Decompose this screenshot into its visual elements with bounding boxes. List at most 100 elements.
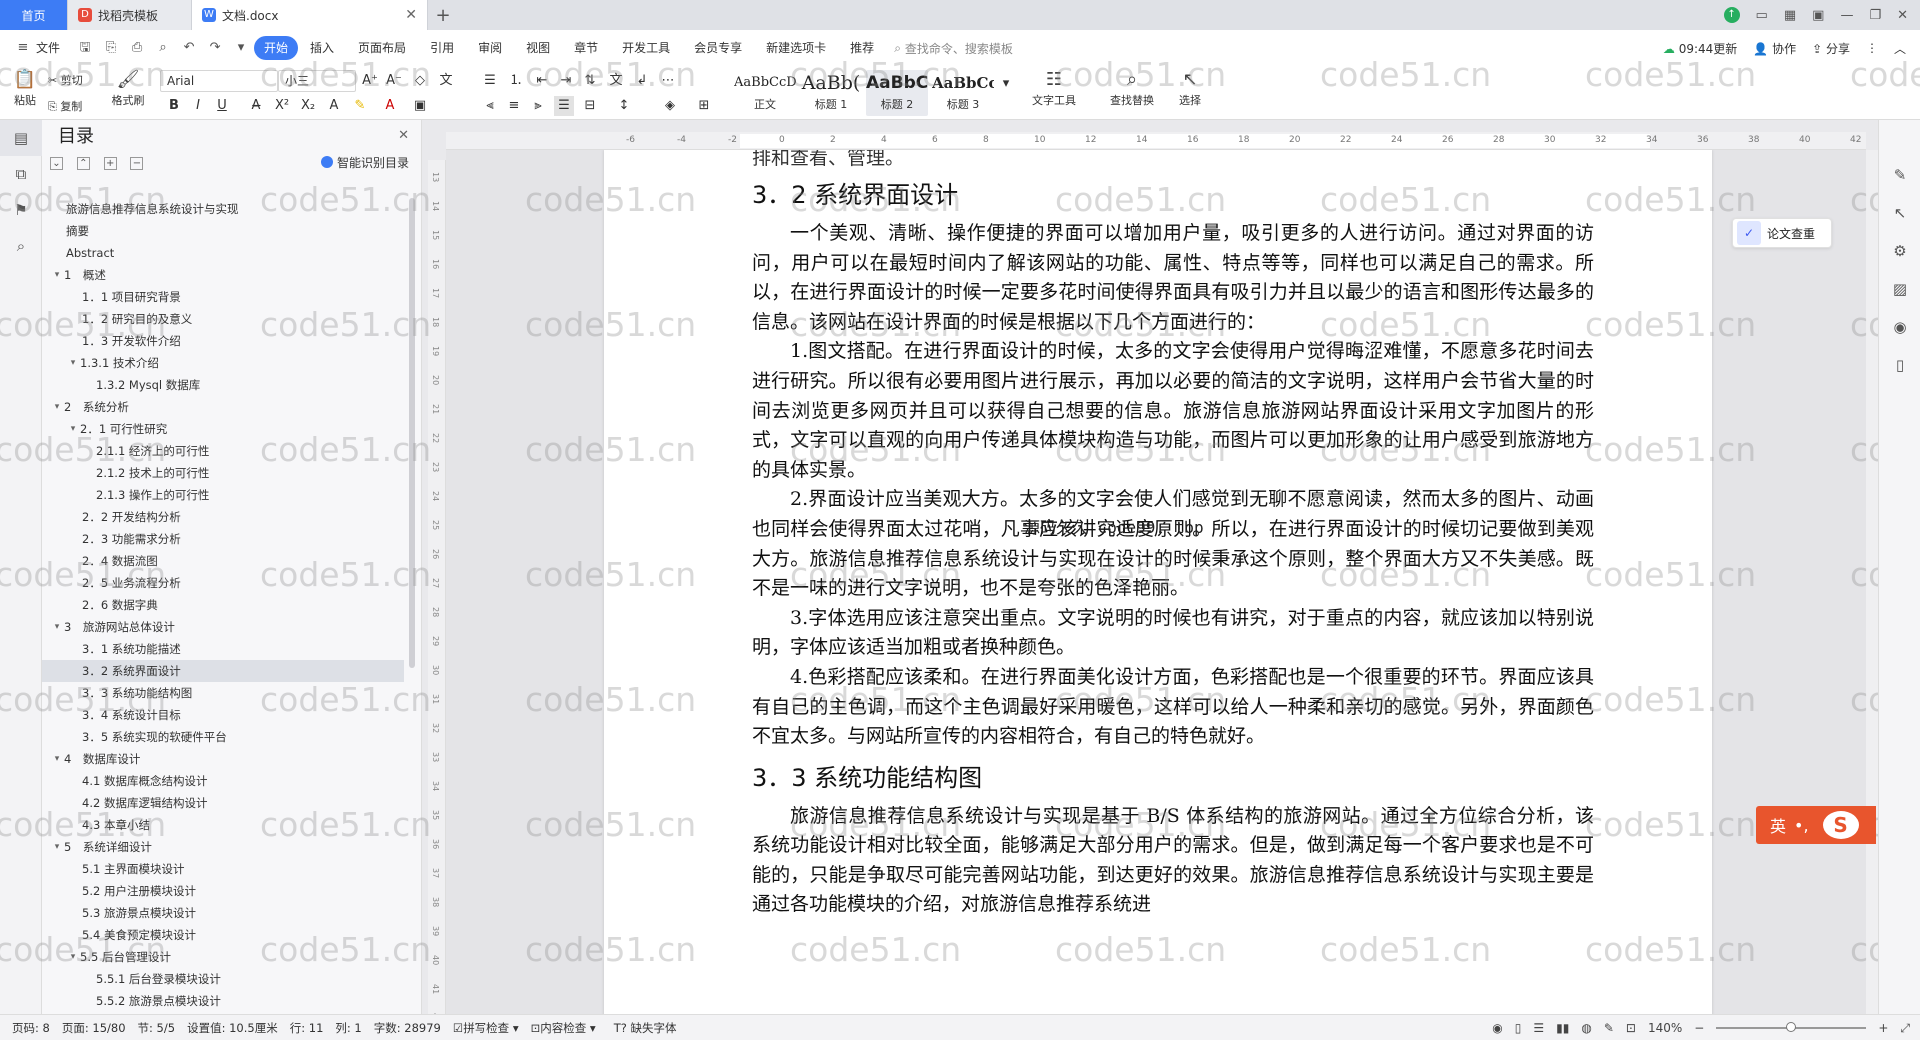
toc-item[interactable]: ▾ 2．1 可行性研究 xyxy=(42,418,404,440)
heading-3-3[interactable]: 3．3 系统功能结构图 xyxy=(752,760,1594,802)
align-right-icon[interactable]: ⫸ xyxy=(528,96,548,116)
toc-item[interactable]: 摘要 xyxy=(42,220,404,242)
horizontal-ruler[interactable]: -6 -4 -2 0 2 4 6 8 10 12 14 16 18 20 22 24 26 28 30 32 34 36 3… xyxy=(446,132,1912,150)
menu-new-tab[interactable]: 新建选项卡 xyxy=(754,36,838,60)
image-icon[interactable]: ▨ xyxy=(1879,270,1920,308)
toc-item[interactable]: 1．3 开发软件介绍 xyxy=(42,330,404,352)
sort-icon[interactable]: ⇅ xyxy=(580,71,600,91)
collapse-all-icon[interactable]: ⌄ xyxy=(50,156,63,170)
menu-view[interactable]: 视图 xyxy=(514,36,562,60)
save-icon[interactable]: 🖫 xyxy=(76,39,94,57)
close-tab-icon[interactable]: ✕ xyxy=(405,7,417,23)
distributed-icon[interactable]: ⊟ xyxy=(580,96,600,116)
undo-icon[interactable]: ↶ xyxy=(180,39,198,57)
vertical-scrollbar[interactable] xyxy=(1866,150,1878,1020)
preview-icon[interactable]: ⌕ xyxy=(154,39,172,57)
menu-file[interactable]: 文件 xyxy=(36,36,72,60)
paragraph-point-2[interactable]: 2.界面设计应当美观大方。太多的文字会使人们感觉到无聊不愿意阅读，然而太多的图片… xyxy=(752,485,1594,603)
export-icon[interactable]: ⎘ xyxy=(102,39,120,57)
pointer-icon[interactable]: ↖ xyxy=(1879,194,1920,232)
subscript-icon[interactable]: X₂ xyxy=(298,96,318,116)
toc-item[interactable]: 5.5.1 后台登录模块设计 xyxy=(42,968,404,990)
toc-item[interactable]: 4.1 数据库概念结构设计 xyxy=(42,770,404,792)
toc-item[interactable]: 2．4 数据流图 xyxy=(42,550,404,572)
chevron-down-icon[interactable]: ▾ xyxy=(50,264,64,286)
toc-item[interactable]: 4.2 数据库逻辑结构设计 xyxy=(42,792,404,814)
toc-item[interactable]: 2．6 数据字典 xyxy=(42,594,404,616)
expand-icon[interactable]: ⌃ xyxy=(76,156,90,170)
chevron-down-icon[interactable]: ▾ xyxy=(66,946,80,968)
toc-item[interactable]: 5.1 主界面模块设计 xyxy=(42,858,404,880)
grid-icon[interactable]: ▦ xyxy=(1784,8,1796,23)
status-page-number[interactable]: 页码: 8 xyxy=(12,1020,50,1036)
document-page[interactable]: 排和查看、管理。 3．2 系统界面设计 一个美观、清晰、操作便捷的界面可以增加用… xyxy=(604,150,1712,1020)
page-content[interactable]: 排和查看、管理。 3．2 系统界面设计 一个美观、清晰、操作便捷的界面可以增加用… xyxy=(752,150,1594,920)
update-icon[interactable]: ↑ xyxy=(1723,7,1740,23)
toc-item[interactable]: 4.3 本章小结 xyxy=(42,814,404,836)
line-spacing-icon[interactable]: ↕ xyxy=(614,96,634,116)
toc-item[interactable]: 5.5.2 旅游景点模块设计 xyxy=(42,990,404,1012)
superscript-icon[interactable]: X² xyxy=(272,96,292,116)
select-button[interactable]: ↖ 选择 xyxy=(1170,68,1210,108)
tab-home[interactable]: 首页 xyxy=(0,0,68,30)
chinese-layout-icon[interactable]: 文 xyxy=(606,71,626,91)
close-panel-icon[interactable]: ✕ xyxy=(398,128,409,143)
clear-format-icon[interactable]: ◇ xyxy=(410,71,430,91)
chevron-down-icon[interactable]: ▾ xyxy=(50,396,64,418)
smart-toc-button[interactable]: 智能识别目录 xyxy=(320,154,409,171)
chapter-nav-icon[interactable]: ⧉ xyxy=(0,156,42,192)
toc-item[interactable]: ▾ 3 旅游网站总体设计 xyxy=(42,616,404,638)
menu-reference[interactable]: 引用 xyxy=(418,36,466,60)
toc-item[interactable]: 2.1.2 技术上的可行性 xyxy=(42,462,404,484)
minimize-icon[interactable]: — xyxy=(1840,8,1853,23)
zoom-slider-knob[interactable] xyxy=(1786,1022,1797,1032)
toc-item[interactable]: 3．1 系统功能描述 xyxy=(42,638,404,660)
text-tool-button[interactable]: ☷ 文字工具 xyxy=(1024,68,1084,108)
toc-item[interactable]: ▾ 2 系统分析 xyxy=(42,396,404,418)
toc-item[interactable]: 2.1.3 操作上的可行性 xyxy=(42,484,404,506)
toc-scrollbar[interactable] xyxy=(409,198,415,668)
underline-icon[interactable]: U xyxy=(212,96,232,116)
outline-view-icon[interactable]: ☰ xyxy=(1533,1021,1544,1035)
toc-item[interactable]: 1．2 研究目的及意义 xyxy=(42,308,404,330)
zoom-out-icon[interactable]: − xyxy=(1694,1021,1704,1035)
collapse-ribbon-icon[interactable]: ︿ xyxy=(1894,40,1906,57)
new-tab-button[interactable]: + xyxy=(428,0,458,30)
pen-icon[interactable]: ✎ xyxy=(1879,156,1920,194)
ime-indicator[interactable]: 英 •, S xyxy=(1756,806,1876,844)
eye-icon[interactable]: ◉ xyxy=(1492,1021,1502,1035)
align-left-icon[interactable]: ⫷ xyxy=(480,96,500,116)
sliders-icon[interactable]: ⚙ xyxy=(1879,232,1920,270)
search-panel-icon[interactable]: ⌕ xyxy=(0,228,42,264)
text-effect-icon[interactable]: A xyxy=(324,96,344,116)
shrink-font-icon[interactable]: A⁻ xyxy=(384,71,404,91)
location-icon[interactable]: ◉ xyxy=(1879,308,1920,346)
pinyin-icon[interactable]: 文 xyxy=(436,71,456,91)
strikethrough-icon[interactable]: A̶ xyxy=(246,96,266,116)
font-size-select[interactable]: 小三 xyxy=(278,70,356,92)
bookmark-icon[interactable]: ⚑ xyxy=(0,192,42,228)
font-family-select[interactable]: Arial xyxy=(160,70,278,92)
bold-icon[interactable]: B xyxy=(164,96,184,116)
menu-home[interactable]: 开始 xyxy=(254,36,299,60)
bullet-list-icon[interactable]: ☰ xyxy=(480,71,500,91)
fit-page-icon[interactable]: ⊡ xyxy=(1626,1021,1636,1035)
borders-icon[interactable]: ⊞ xyxy=(694,96,714,116)
line-numbers-icon[interactable]: ⋯ xyxy=(658,71,678,91)
status-setting[interactable]: 设置值: 10.5厘米 xyxy=(187,1020,278,1036)
paragraph-structure[interactable]: 旅游信息推荐信息系统设计与实现是基于 B/S 体系结构的旅游网站。通过全方位综合… xyxy=(752,802,1594,920)
align-justify-icon[interactable]: ☰ xyxy=(554,96,574,116)
command-search[interactable]: ⌕ 查找命令、搜索模板 xyxy=(894,40,1013,57)
style-heading-2[interactable]: AaBbC 标题 2 xyxy=(866,70,928,116)
style-scroll-icon[interactable]: ▾ xyxy=(996,74,1016,94)
share-button[interactable]: ⇪ 分享 xyxy=(1812,40,1850,57)
content-check-button[interactable]: ⊡内容检查 ▾ xyxy=(531,1020,596,1036)
paragraph-intro[interactable]: 一个美观、清晰、操作便捷的界面可以增加用户量，吸引更多的人进行访问。通过对界面的… xyxy=(752,219,1594,337)
status-col[interactable]: 列: 1 xyxy=(335,1020,361,1036)
hamburger-icon[interactable]: ≡ xyxy=(14,39,32,57)
missing-font-button[interactable]: T? 缺失字体 xyxy=(614,1020,677,1036)
tab-stop-icon[interactable]: ↲ xyxy=(632,71,652,91)
style-heading-1[interactable]: AaBb(标题 1 xyxy=(800,70,862,116)
status-page[interactable]: 页面: 15/80 xyxy=(62,1020,126,1036)
find-replace-button[interactable]: ⌕ 查找替换 xyxy=(1102,68,1162,108)
